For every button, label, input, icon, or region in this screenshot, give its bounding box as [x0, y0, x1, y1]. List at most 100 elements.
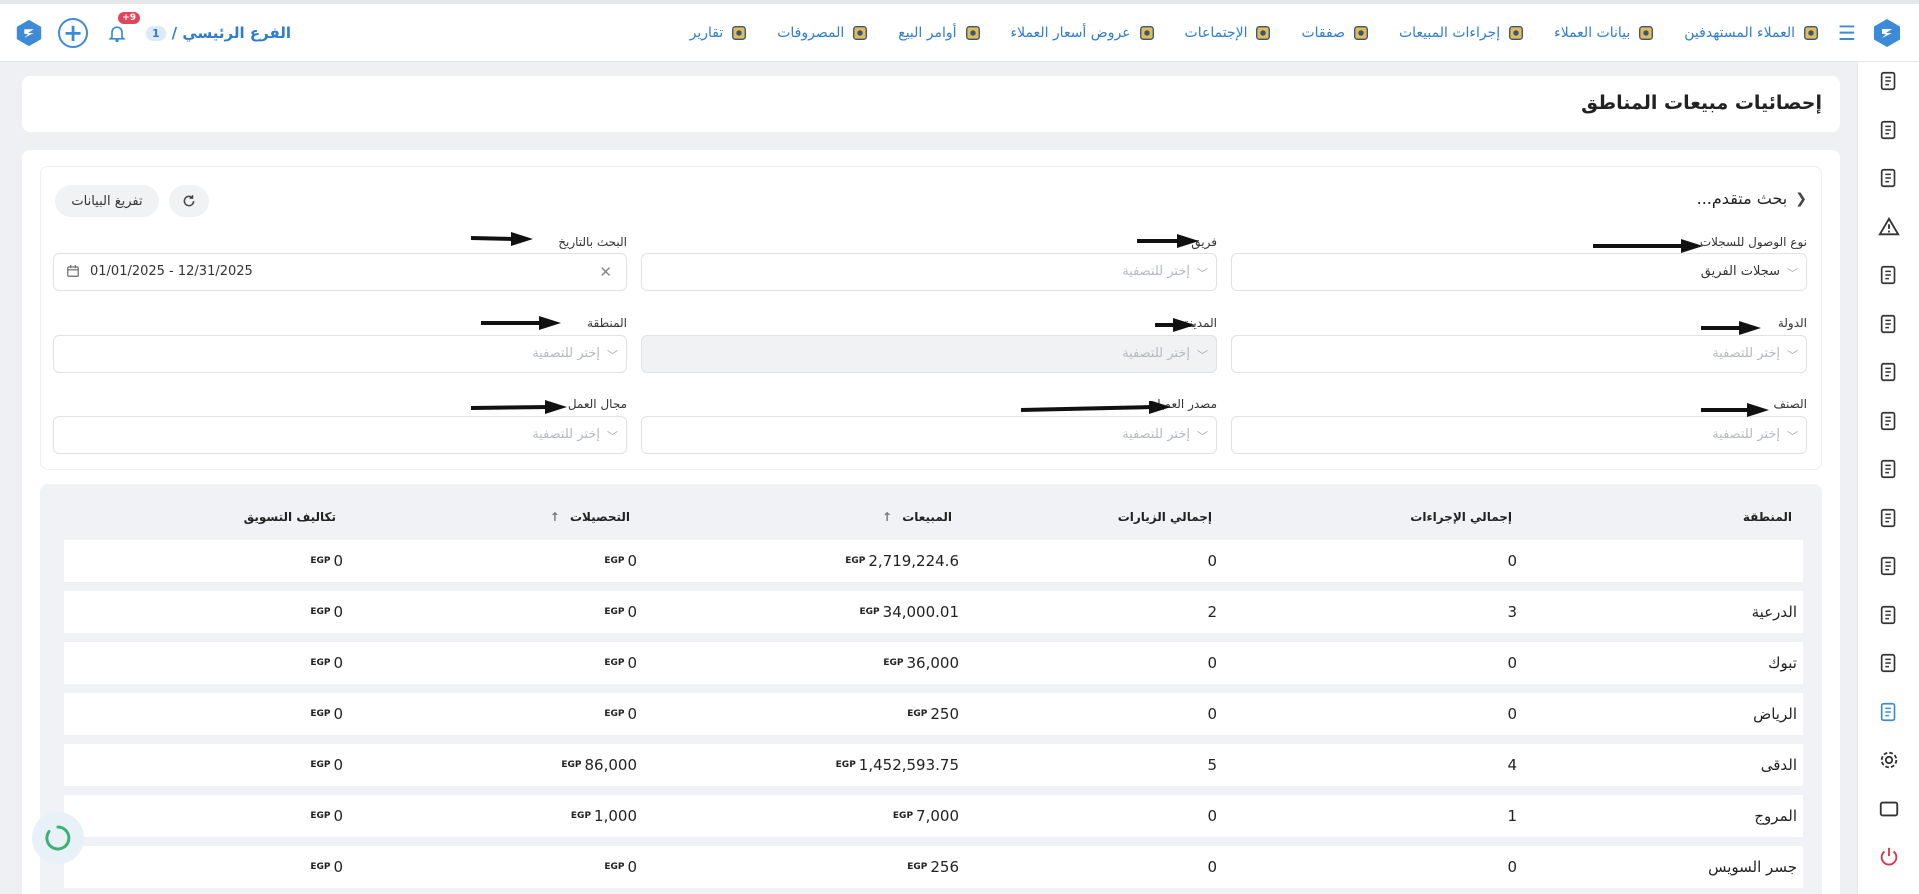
nav-item-meetings[interactable]: الإجتماعات [1185, 23, 1274, 43]
column-header-visits[interactable]: إجمالي الزيارات [1118, 510, 1212, 524]
cell-value: 36,000 [906, 654, 960, 672]
cell-value: 0 [333, 654, 343, 672]
add-file-icon[interactable] [1876, 68, 1902, 94]
receipt-icon[interactable] [1876, 456, 1902, 482]
region-label: المنطقة [587, 316, 627, 330]
nav-item-sales-orders[interactable]: أوامر البيع [898, 23, 982, 43]
advanced-search-toggle[interactable]: ❮ بحث متقدم... [1697, 189, 1807, 208]
column-header-region[interactable]: المنطقة [1743, 510, 1792, 524]
region-select[interactable]: ﹀ إختر للتصفية [53, 335, 627, 373]
table-row[interactable]: الرياض 0 0 EGP 250 EGP 0 EGP 0 [64, 693, 1803, 735]
city-select[interactable]: ﹀ إختر للتصفية [641, 335, 1217, 373]
cell-value: 0 [1207, 654, 1217, 672]
deals-icon [1351, 23, 1371, 43]
cell-collections: EGP 86,000 [561, 756, 637, 774]
menu-icon[interactable]: ☰ [1835, 21, 1859, 45]
column-header-marketing[interactable]: تكاليف التسويق [244, 510, 336, 524]
table-row[interactable]: المروج 1 0 EGP 7,000 EGP 1,000 EGP 0 [64, 795, 1803, 837]
category-select[interactable]: ﹀ إختر للتصفية [1231, 416, 1807, 454]
app-switch-icon[interactable] [14, 18, 44, 48]
column-header-actions[interactable]: إجمالي الإجراءات [1410, 510, 1512, 524]
table-row[interactable]: 0 0 EGP 2,719,224.6 EGP 0 EGP 0 [64, 540, 1803, 582]
currency-label: EGP [892, 811, 914, 821]
cell-marketing: EGP 0 [310, 552, 343, 570]
customer-source-select[interactable]: ﹀ إختر للتصفية [641, 416, 1217, 454]
chart-icon[interactable] [1876, 699, 1902, 725]
nav-item-deals[interactable]: صفقات [1301, 23, 1371, 43]
power-icon[interactable] [1876, 844, 1902, 870]
add-button[interactable]: + [58, 18, 88, 48]
team-select[interactable]: ﹀ إختر للتصفية [641, 253, 1217, 291]
chevron-down-icon: ﹀ [607, 349, 618, 362]
nav-item-label: إجراءات المبيعات [1398, 24, 1501, 41]
cell-region: الدرعية [1752, 603, 1797, 621]
add-document-icon[interactable] [1876, 602, 1902, 628]
nav-item-customer-data[interactable]: بيانات العملاء [1554, 23, 1656, 43]
currency-label: EGP [310, 556, 331, 566]
delivery-icon[interactable] [1876, 505, 1902, 531]
mountain-icon[interactable] [1876, 311, 1902, 337]
country-select[interactable]: ﹀ إختر للتصفية [1231, 335, 1807, 373]
notifications-button[interactable]: +9 [102, 12, 140, 48]
sort-up-icon: ↑ [881, 510, 892, 524]
cell-value: 0 [627, 705, 637, 723]
annotation-arrow [1137, 234, 1199, 248]
video-icon[interactable] [1876, 262, 1902, 288]
settings-icon[interactable] [1876, 747, 1902, 773]
region-sales-table: المنطقة إجمالي الإجراءات إجمالي الزيارات… [40, 484, 1822, 894]
cell-value: تبوك [1768, 654, 1797, 672]
table-row[interactable]: تبوك 0 0 EGP 36,000 EGP 0 EGP 0 [64, 642, 1803, 684]
window-icon[interactable] [1876, 796, 1902, 822]
cell-actions: 1 [1507, 807, 1517, 825]
cell-value: 4 [1507, 756, 1517, 774]
app-logo-icon[interactable] [1869, 15, 1905, 51]
business-field-select[interactable]: ﹀ إختر للتصفية [53, 416, 627, 454]
chevron-down-icon: ﹀ [607, 430, 618, 443]
cell-sales: EGP 250 [907, 705, 959, 723]
signature-icon[interactable] [1876, 408, 1902, 434]
expenses-icon [850, 23, 870, 43]
team-icon[interactable] [1876, 117, 1902, 143]
cell-actions: 0 [1507, 858, 1517, 876]
user-money-icon[interactable] [1876, 553, 1902, 579]
cell-actions: 4 [1507, 756, 1517, 774]
meetings-icon [1253, 23, 1273, 43]
cell-value: 0 [1207, 552, 1217, 570]
column-header-collections[interactable]: التحصيلات ↑ [550, 510, 630, 524]
cell-value: الرياض [1753, 705, 1797, 723]
nav-item-quotations[interactable]: عروض أسعار العملاء [1011, 23, 1157, 43]
access-type-select[interactable]: ﹀ سجلات الفريق [1231, 253, 1807, 291]
column-header-sales[interactable]: المبيعات ↑ [882, 510, 952, 524]
table-row[interactable]: الدرعية 3 2 EGP 34,000.01 EGP 0 EGP 0 [64, 591, 1803, 633]
date-range-input[interactable]: ✕ 01/01/2025 - 12/31/2025 [53, 253, 627, 291]
currency-label: EGP [907, 709, 928, 719]
calendar-icon [66, 264, 80, 282]
nav-item-target-customers[interactable]: العملاء المستهدفين [1684, 23, 1821, 43]
table-row[interactable]: الدقى 4 5 EGP 1,452,593.75 EGP 86,000 EGP 0 [64, 744, 1803, 786]
cell-value: 0 [333, 552, 343, 570]
clear-data-button[interactable]: تفريغ البيانات [55, 185, 159, 217]
cell-value: 0 [1507, 654, 1517, 672]
nav-item-sales-actions[interactable]: إجراءات المبيعات [1399, 23, 1526, 43]
refresh-button[interactable] [169, 185, 209, 217]
currency-label: EGP [845, 556, 866, 566]
table-row[interactable]: جسر السويس 0 0 EGP 256 EGP 0 EGP 0 [64, 846, 1803, 888]
annotation-arrow [1701, 403, 1769, 417]
invoice-icon[interactable] [1876, 359, 1902, 385]
sales-header-label: المبيعات [902, 510, 952, 524]
branch-selector[interactable]: الفرع الرئيسي / 1 [146, 24, 291, 42]
nav-item-label: بيانات العملاء [1554, 24, 1631, 41]
clear-date-icon[interactable]: ✕ [599, 263, 612, 281]
cell-marketing: EGP 0 [310, 603, 343, 621]
document-search-icon[interactable] [1876, 650, 1902, 676]
cell-value: 0 [333, 756, 343, 774]
warning-icon[interactable] [1876, 214, 1902, 240]
nav-item-expenses[interactable]: المصروفات [777, 23, 870, 43]
cell-marketing: EGP 0 [310, 807, 343, 825]
cell-collections: EGP 0 [604, 654, 637, 672]
currency-label: EGP [561, 760, 582, 770]
nav-item-reports[interactable]: تقارير [690, 23, 750, 43]
money-icon[interactable] [1876, 165, 1902, 191]
chevron-down-icon: ﹀ [1787, 349, 1798, 362]
category-placeholder: إختر للتصفية [1712, 427, 1780, 442]
